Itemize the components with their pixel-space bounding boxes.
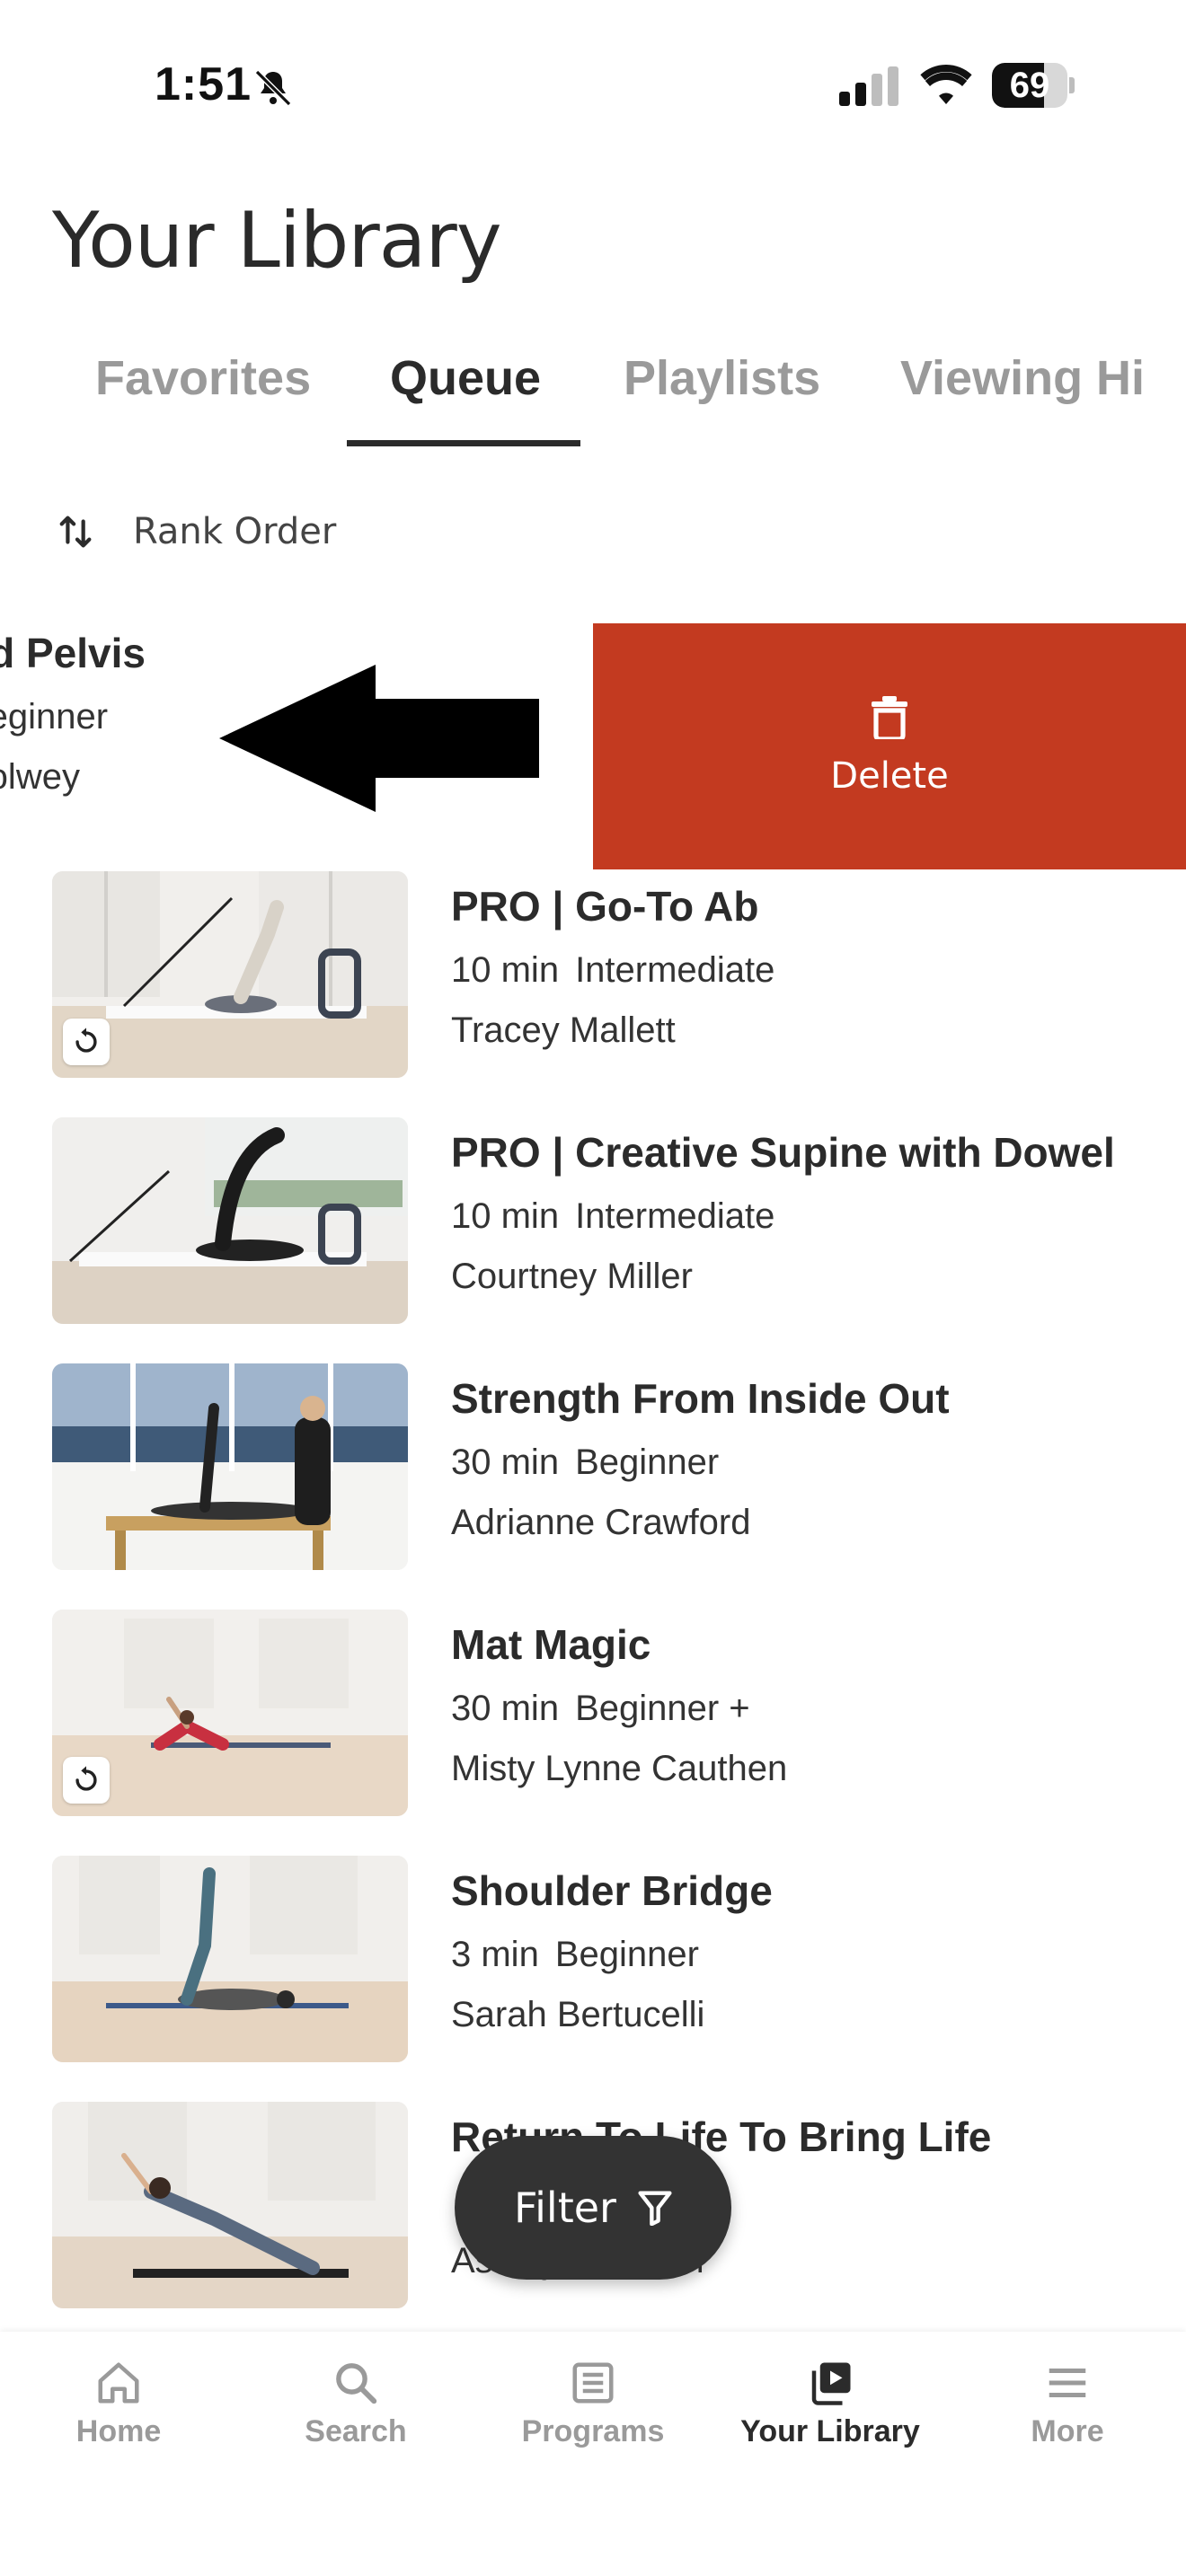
queue-list: PRO | Go-To Ab 10 min Intermediate Tracey… <box>0 869 1186 2346</box>
replay-icon <box>75 1028 97 1053</box>
active-tab-indicator <box>347 440 580 446</box>
video-thumbnail <box>52 871 408 1078</box>
filter-icon <box>638 2191 672 2226</box>
sort-label: Rank Order <box>133 511 337 552</box>
video-thumbnail <box>52 1856 408 2062</box>
item-instructor: Courtney Miller <box>451 1257 693 1296</box>
replay-badge <box>63 1019 110 1065</box>
trash-icon <box>872 696 907 739</box>
nav-home[interactable]: Home <box>0 2359 237 2449</box>
nav-programs[interactable]: Programs <box>474 2359 712 2449</box>
sort-arrows-icon <box>59 516 92 548</box>
item-level: Intermediate <box>575 1196 775 1236</box>
item-title: Mat Magic <box>451 1621 651 1668</box>
item-instructor: Adrianne Crawford <box>451 1503 751 1542</box>
replay-badge <box>63 1757 110 1804</box>
item-title: Strength From Inside Out <box>451 1375 950 1422</box>
list-item[interactable]: PRO | Go-To Ab 10 min Intermediate Tracey… <box>0 869 1186 1116</box>
delete-button[interactable]: Delete <box>593 623 1186 869</box>
item-instructor: Misty Lynne Cauthen <box>451 1749 788 1788</box>
wifi-icon <box>920 65 972 104</box>
item-title: Shoulder Bridge <box>451 1867 773 1914</box>
item-level: Beginner <box>575 1442 720 1482</box>
item-instructor: Sarah Bertucelli <box>451 1995 705 2034</box>
search-icon <box>336 2363 377 2404</box>
tab-viewing-history[interactable]: Viewing Hi <box>900 350 1145 406</box>
filter-button[interactable]: Filter <box>455 2136 731 2280</box>
delete-label: Delete <box>830 755 949 797</box>
tab-queue[interactable]: Queue <box>390 350 541 406</box>
video-thumbnail <box>52 2102 408 2308</box>
swiped-list-item[interactable]: nd Pelvis Beginner Kolwey <box>0 629 146 798</box>
list-item[interactable]: PRO | Creative Supine with Dowel 10 min I… <box>0 1116 1186 1362</box>
page-title: Your Library <box>52 196 502 286</box>
status-time: 1:51 <box>155 58 252 110</box>
sort-control[interactable]: Rank Order <box>56 503 336 560</box>
video-thumbnail <box>52 1363 408 1570</box>
battery-indicator: 69 <box>992 63 1075 108</box>
library-icon <box>811 2362 851 2405</box>
nav-programs-label: Programs <box>521 2414 665 2448</box>
home-icon <box>98 2362 139 2404</box>
nav-search-label: Search <box>305 2414 407 2448</box>
programs-icon <box>572 2362 614 2404</box>
item-duration: 10 min <box>451 950 560 990</box>
swiped-item-title: nd Pelvis <box>0 630 146 676</box>
item-duration: 30 min <box>451 1689 560 1728</box>
list-item[interactable]: Mat Magic 30 min Beginner + Misty Lynne C… <box>0 1608 1186 1854</box>
nav-your-library[interactable]: Your Library <box>712 2359 949 2449</box>
battery-percent: 69 <box>1009 66 1050 105</box>
nav-your-library-label: Your Library <box>740 2414 920 2448</box>
tab-favorites[interactable]: Favorites <box>95 350 311 406</box>
item-level: Beginner <box>554 1935 699 1974</box>
item-instructor: Tracey Mallett <box>451 1010 676 1050</box>
tab-playlists[interactable]: Playlists <box>624 350 820 406</box>
list-item[interactable]: Shoulder Bridge 3 min Beginner Sarah Bert… <box>0 1854 1186 2100</box>
nav-more[interactable]: More <box>949 2359 1186 2449</box>
video-thumbnail <box>52 1117 408 1324</box>
bottom-navigation: Home Search Programs Your Library More <box>0 2332 1186 2576</box>
filter-label: Filter <box>514 2183 616 2232</box>
bell-muted-icon <box>254 69 292 107</box>
left-arrow-icon <box>219 665 539 812</box>
replay-icon <box>75 1766 97 1791</box>
item-level: Beginner + <box>575 1689 750 1728</box>
nav-search[interactable]: Search <box>237 2359 474 2449</box>
item-title: PRO | Go-To Ab <box>451 883 759 930</box>
nav-home-label: Home <box>75 2414 162 2448</box>
list-item[interactable]: Strength From Inside Out 30 min Beginner … <box>0 1362 1186 1608</box>
library-tabs: Favorites Queue Playlists Viewing Hi <box>0 341 1186 449</box>
item-duration: 3 min <box>451 1935 539 1974</box>
item-title: PRO | Creative Supine with Dowel <box>451 1129 1115 1176</box>
item-level: Intermediate <box>575 950 775 990</box>
cellular-signal-icon <box>839 66 898 106</box>
swiped-item-level: Beginner <box>0 697 109 737</box>
item-duration: 10 min <box>451 1196 560 1236</box>
video-thumbnail <box>52 1610 408 1816</box>
nav-more-label: More <box>1031 2414 1104 2448</box>
menu-icon <box>1049 2369 1086 2397</box>
swiped-item-instructor: Kolwey <box>0 757 80 797</box>
item-duration: 30 min <box>451 1442 560 1482</box>
